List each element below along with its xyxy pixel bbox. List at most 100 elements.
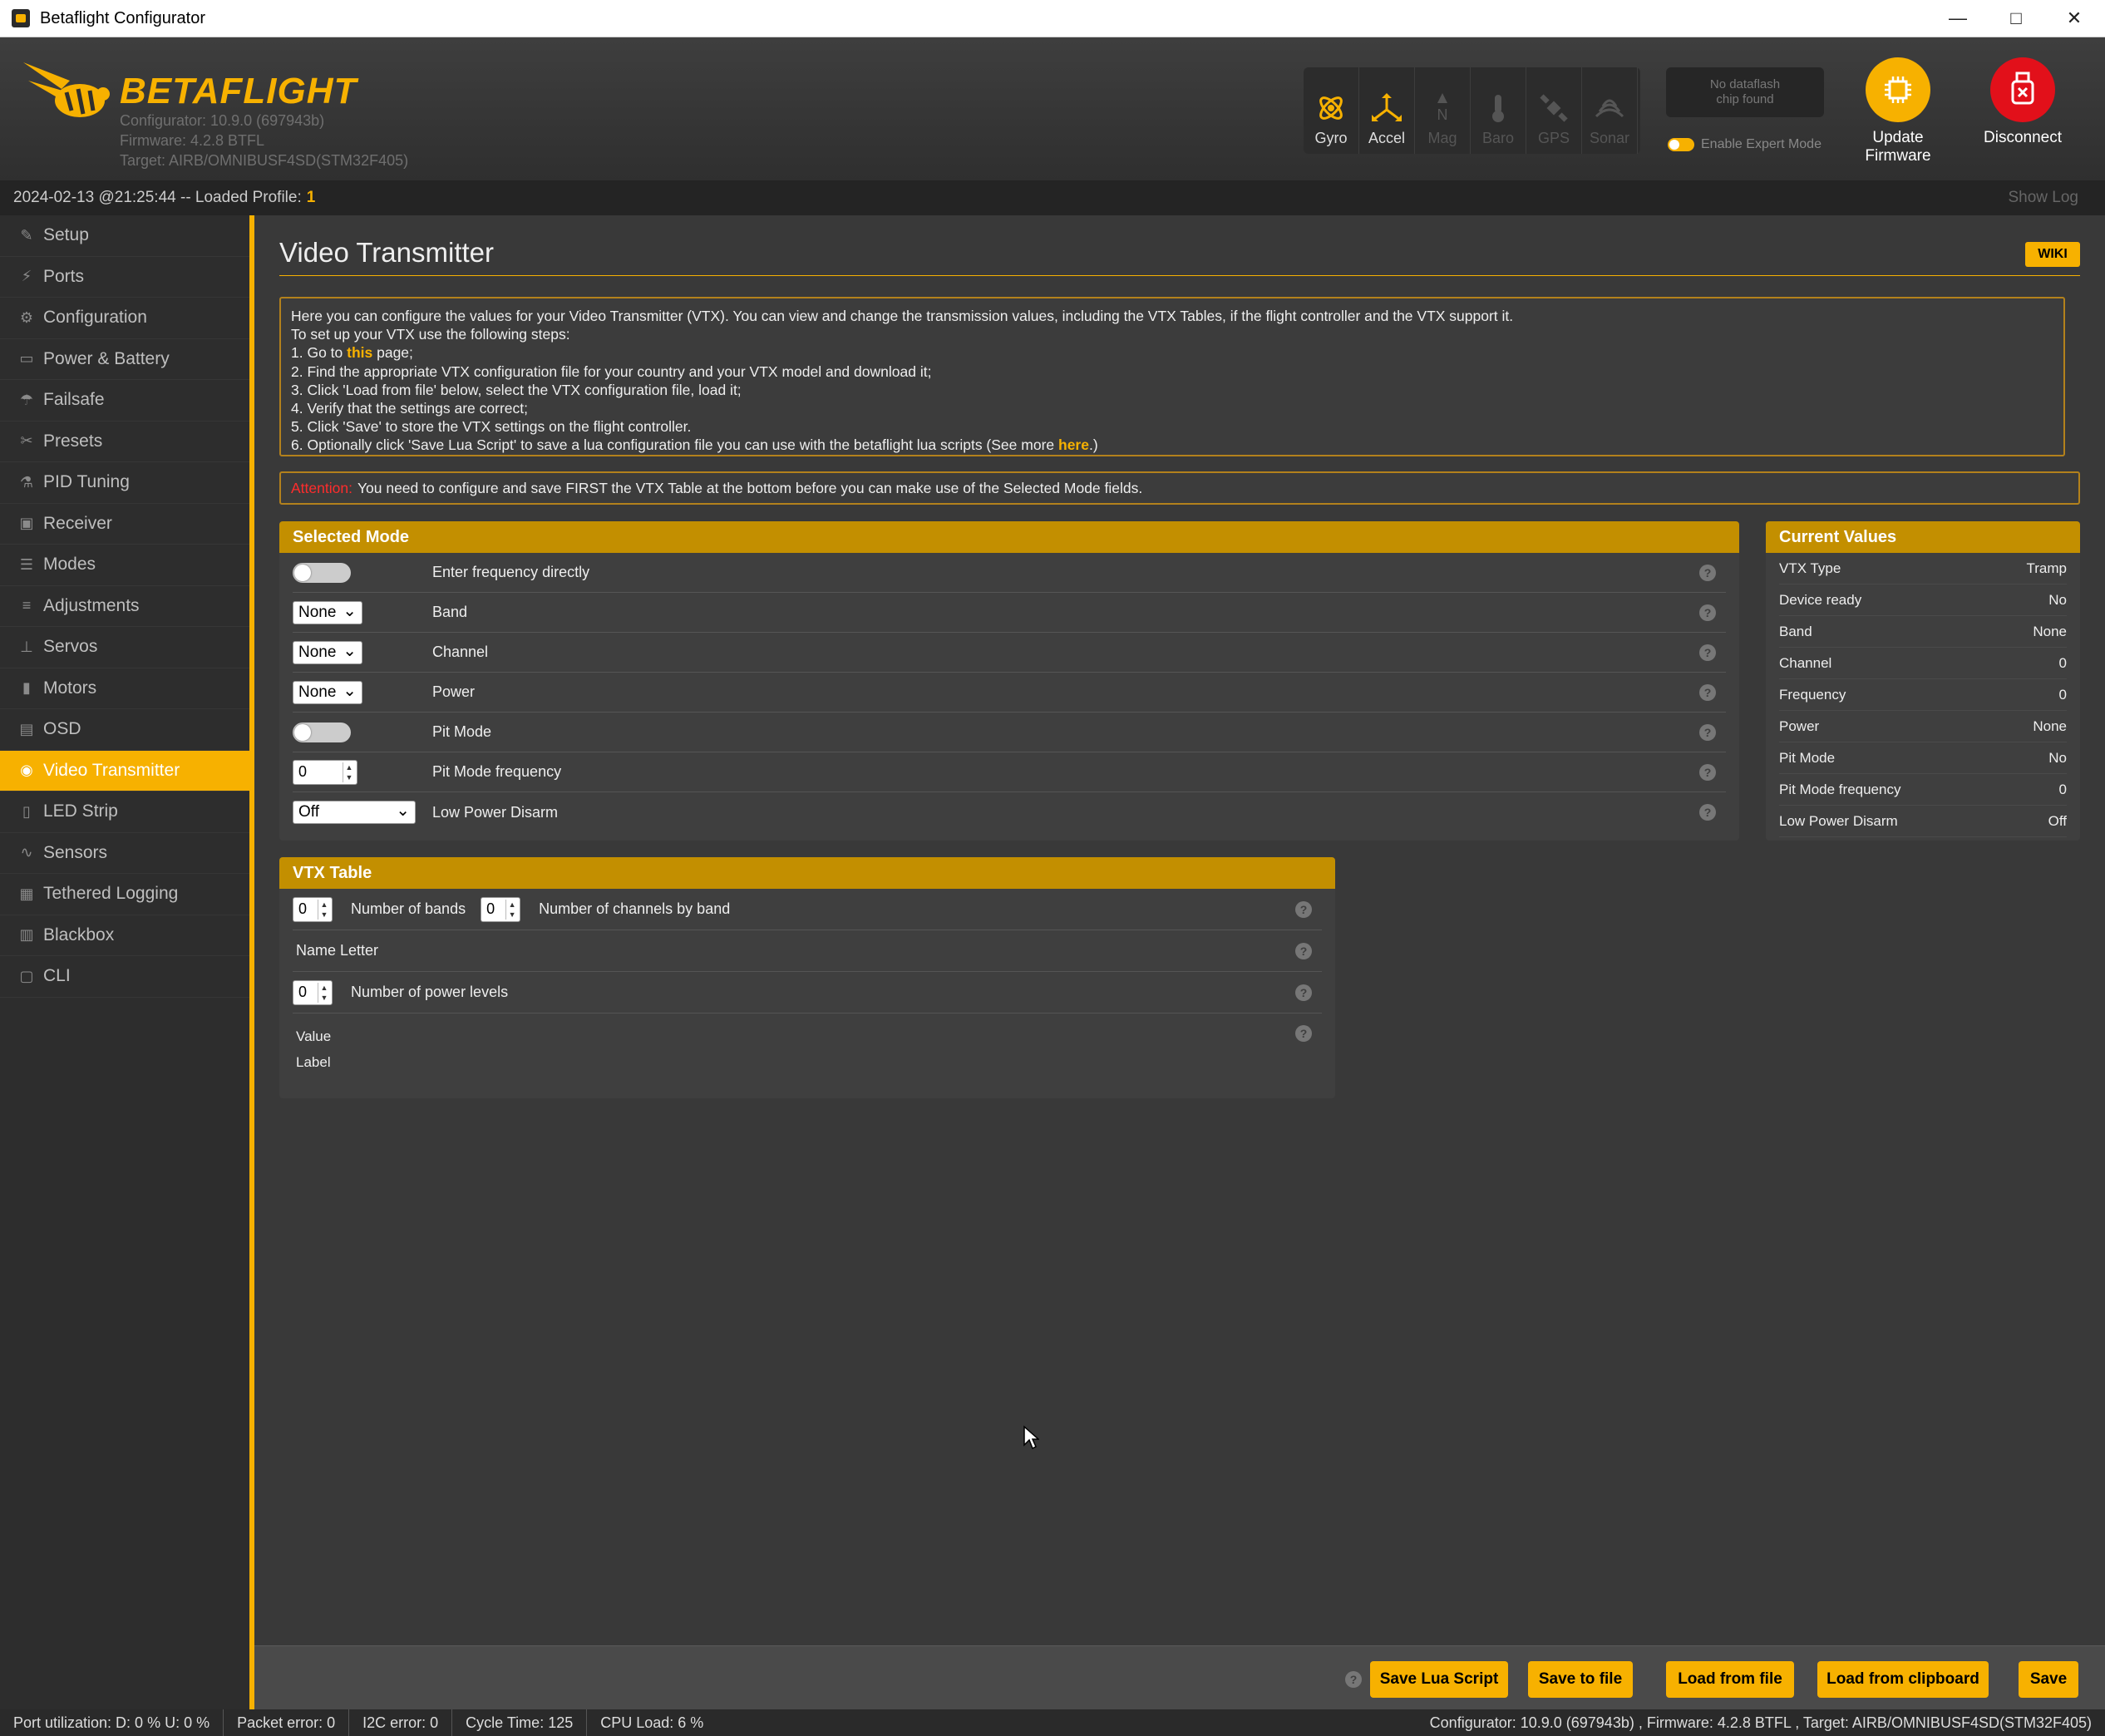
sidebar-item-led-strip[interactable]: ▯ LED Strip (0, 792, 249, 833)
help-icon[interactable]: ? (1699, 804, 1716, 821)
sidebar-item-configuration[interactable]: ⚙ Configuration (0, 298, 249, 339)
disconnect-button[interactable]: Disconnect (1969, 57, 2077, 147)
stepper-arrows[interactable]: ▲ ▼ (318, 899, 330, 920)
sidebar-item-label: CLI (43, 966, 71, 986)
sidebar-item-label: Setup (43, 225, 89, 245)
sidebar-item-blackbox[interactable]: ▥ Blackbox (0, 915, 249, 956)
selected-mode-title: Selected Mode (279, 521, 1739, 553)
baro-icon (1492, 95, 1504, 122)
save-lua-script-button[interactable]: Save Lua Script (1370, 1661, 1508, 1698)
help-icon[interactable]: ? (1699, 564, 1716, 581)
sliders-icon: ≡ (22, 597, 32, 614)
sidebar-item-motors[interactable]: ▮ Motors (0, 668, 249, 709)
wiki-button[interactable]: WIKI (2025, 242, 2080, 267)
current-value-row: Channel 0 (1779, 648, 2067, 679)
bottom-toolbar: ? Save Lua Script Save to file Load from… (254, 1645, 2105, 1710)
sidebar-item-label: Failsafe (43, 390, 105, 410)
current-value-row: Band None (1779, 616, 2067, 648)
maximize-button[interactable]: □ (1987, 0, 2045, 37)
save-button[interactable]: Save (2019, 1661, 2078, 1698)
close-button[interactable]: ✕ (2045, 0, 2103, 37)
stepper-arrows[interactable]: ▲ ▼ (318, 982, 330, 1003)
minimize-button[interactable]: — (1929, 0, 1987, 37)
help-icon[interactable]: ? (1295, 984, 1312, 1001)
sensor-label: Gyro (1314, 130, 1348, 146)
sidebar-item-label: LED Strip (43, 801, 118, 821)
selected-mode-panel: Selected Mode Enter frequency directly ?… (279, 521, 1739, 841)
this-page-link[interactable]: this (347, 344, 372, 361)
packet-error: Packet error: 0 (224, 1709, 350, 1736)
attention-label: Attention: (291, 479, 352, 496)
sidebar-item-label: Ports (43, 266, 85, 286)
sidebar-item-power-battery[interactable]: ▭ Power & Battery (0, 339, 249, 380)
number-of-bands-input[interactable]: 0 ▲ ▼ (293, 896, 333, 922)
sidebar: ✎ Setup ⚡ Ports ⚙ Configuration ▭ Power & Batte… (0, 215, 254, 1709)
receiver-icon: ▣ (19, 515, 34, 532)
usb-disconnect-icon (1990, 57, 2055, 122)
accel-icon (1372, 93, 1402, 121)
help-icon[interactable]: ? (1295, 942, 1312, 959)
help-icon[interactable]: ? (1699, 763, 1716, 781)
help-icon[interactable]: ? (1295, 1025, 1312, 1042)
chip-icon (1866, 57, 1930, 122)
pit-mode-row: Pit Mode ? (293, 713, 1726, 752)
sidebar-item-setup[interactable]: ✎ Setup (0, 215, 249, 257)
show-log-link[interactable]: Show Log (2008, 189, 2078, 207)
expert-mode-switch[interactable] (1668, 138, 1694, 151)
sidebar-item-receiver[interactable]: ▣ Receiver (0, 504, 249, 545)
pit-mode-frequency-input[interactable]: 0 ▲ ▼ (293, 759, 357, 785)
sensor-label: Accel (1368, 130, 1405, 146)
sidebar-item-tethered-logging[interactable]: ▦ Tethered Logging (0, 874, 249, 915)
sidebar-item-failsafe[interactable]: ☂ Failsafe (0, 380, 249, 422)
band-select[interactable]: None (293, 600, 362, 624)
sidebar-item-video-transmitter[interactable]: ◉ Video Transmitter (0, 750, 249, 792)
stepper-arrows[interactable]: ▲ ▼ (343, 762, 355, 782)
help-icon[interactable]: ? (1699, 604, 1716, 621)
current-value-row: Device ready No (1779, 584, 2067, 616)
update-firmware-button[interactable]: Update Firmware (1844, 57, 1952, 165)
sidebar-item-label: Motors (43, 678, 97, 698)
sidebar-item-sensors[interactable]: ∿ Sensors (0, 833, 249, 874)
mouse-cursor (1023, 1425, 1039, 1450)
load-from-file-button[interactable]: Load from file (1666, 1661, 1794, 1698)
lua-scripts-link[interactable]: here (1058, 436, 1089, 453)
save-to-file-button[interactable]: Save to file (1528, 1661, 1633, 1698)
sidebar-item-cli[interactable]: ▢ CLI (0, 956, 249, 998)
low-power-disarm-select[interactable]: Off (293, 800, 416, 824)
sidebar-item-presets[interactable]: ✂ Presets (0, 422, 249, 462)
sidebar-item-label: PID Tuning (43, 472, 130, 492)
sidebar-item-pid-tuning[interactable]: ⚗ PID Tuning (0, 462, 249, 504)
motor-icon: ▮ (22, 679, 31, 697)
name-letter-row: Name Letter ? (293, 930, 1322, 972)
sidebar-item-adjustments[interactable]: ≡ Adjustments (0, 586, 249, 627)
load-from-clipboard-button[interactable]: Load from clipboard (1817, 1661, 1989, 1698)
sensor-label: Baro (1481, 130, 1515, 146)
help-icon[interactable]: ? (1345, 1671, 1362, 1688)
help-icon[interactable]: ? (1295, 900, 1312, 918)
current-value-row: Power None (1779, 711, 2067, 742)
low-power-disarm-row: Off Low Power Disarm ? (293, 792, 1726, 832)
current-value-row: Frequency 0 (1779, 679, 2067, 711)
current-value-label: Power (1779, 718, 1820, 734)
expert-mode-toggle[interactable]: Enable Expert Mode (1668, 137, 1822, 152)
sidebar-item-osd[interactable]: ▤ OSD (0, 709, 249, 751)
power-select[interactable]: None (293, 680, 362, 704)
sensor-gps: GPS (1526, 67, 1582, 154)
stepper-arrows[interactable]: ▲ ▼ (505, 899, 518, 920)
help-icon[interactable]: ? (1699, 683, 1716, 701)
number-of-channels-input[interactable]: 0 ▲ ▼ (481, 896, 521, 922)
channel-select[interactable]: None (293, 640, 362, 664)
dataflash-status: No dataflash chip found (1666, 67, 1824, 117)
sidebar-item-servos[interactable]: ⊥ Servos (0, 627, 249, 668)
pit-mode-toggle[interactable] (293, 722, 351, 742)
sidebar-item-ports[interactable]: ⚡ Ports (0, 257, 249, 298)
enter-frequency-toggle[interactable] (293, 562, 351, 583)
battery-icon: ▭ (19, 350, 34, 367)
sidebar-item-label: Tethered Logging (43, 884, 179, 904)
betaflight-bee-logo (23, 62, 110, 117)
help-icon[interactable]: ? (1699, 644, 1716, 661)
help-icon[interactable]: ? (1699, 723, 1716, 741)
page-title: Video Transmitter (279, 237, 495, 268)
number-of-power-levels-input[interactable]: 0 ▲ ▼ (293, 979, 333, 1005)
sidebar-item-modes[interactable]: ☰ Modes (0, 545, 249, 586)
